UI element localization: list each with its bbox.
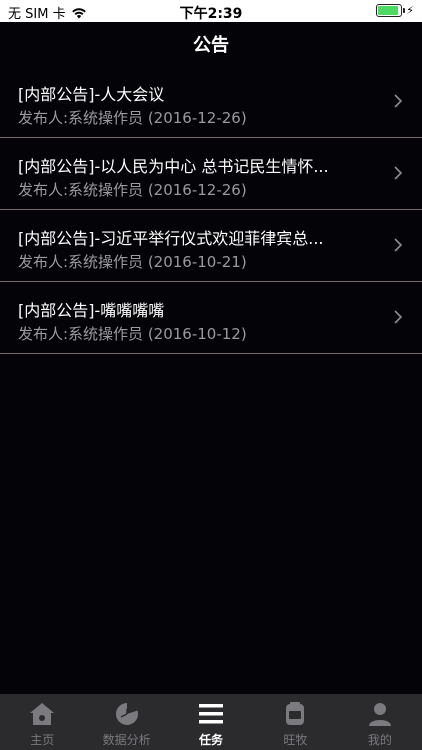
chevron-right-icon	[394, 238, 402, 252]
person-icon	[368, 703, 391, 726]
tab-label: 旺牧	[283, 733, 308, 747]
status-right: ⚡	[376, 4, 414, 17]
announcement-title: [内部公告]-嘴嘴嘴嘴	[18, 301, 165, 320]
tab-mine[interactable]: 我的	[338, 694, 422, 750]
battery-icon	[376, 4, 406, 17]
tab-label: 任务	[199, 733, 224, 747]
list-item[interactable]: [内部公告]-以人民为中心 总书记民生情怀... 发布人:系统操作员 (2016…	[0, 138, 422, 210]
page-title: 公告	[193, 35, 229, 56]
announcement-title: [内部公告]-以人民为中心 总书记民生情怀...	[18, 157, 329, 176]
status-time: 下午2:39	[179, 6, 243, 22]
pie-chart-icon	[115, 702, 138, 725]
charging-icon: ⚡	[406, 4, 414, 17]
list-icon	[199, 704, 224, 724]
jar-icon	[286, 702, 305, 725]
nav-bar: 公告	[0, 22, 422, 66]
announcement-publisher: 发布人:系统操作员 (2016-10-12)	[18, 325, 247, 343]
tab-label: 主页	[30, 733, 55, 747]
chevron-right-icon	[394, 166, 402, 180]
list-item[interactable]: [内部公告]-嘴嘴嘴嘴 发布人:系统操作员 (2016-10-12)	[0, 282, 422, 354]
announcement-publisher: 发布人:系统操作员 (2016-12-26)	[18, 181, 247, 199]
tab-data-analysis[interactable]: 数据分析	[84, 694, 168, 750]
announcement-title: [内部公告]-人大会议	[18, 85, 165, 104]
list-item[interactable]: [内部公告]-习近平举行仪式欢迎菲律宾总... 发布人:系统操作员 (2016-…	[0, 210, 422, 282]
home-icon	[30, 703, 55, 725]
tab-home[interactable]: 主页	[0, 694, 84, 750]
status-bar: 无 SIM 卡 下午2:39 ⚡	[0, 0, 422, 22]
tab-label: 我的	[367, 733, 392, 747]
announcement-list: [内部公告]-人大会议 发布人:系统操作员 (2016-12-26) [内部公告…	[0, 66, 422, 354]
list-item[interactable]: [内部公告]-人大会议 发布人:系统操作员 (2016-12-26)	[0, 66, 422, 138]
tab-tasks[interactable]: 任务	[169, 694, 253, 750]
chevron-right-icon	[394, 310, 402, 324]
chevron-right-icon	[394, 94, 402, 108]
tab-wangmu[interactable]: 旺牧	[253, 694, 337, 750]
announcement-title: [内部公告]-习近平举行仪式欢迎菲律宾总...	[18, 229, 324, 248]
announcement-publisher: 发布人:系统操作员 (2016-10-21)	[18, 253, 247, 271]
tab-bar: 主页 数据分析 任务 旺牧 我的	[0, 694, 422, 750]
tab-label: 数据分析	[102, 733, 151, 747]
announcement-publisher: 发布人:系统操作员 (2016-12-26)	[18, 109, 247, 127]
